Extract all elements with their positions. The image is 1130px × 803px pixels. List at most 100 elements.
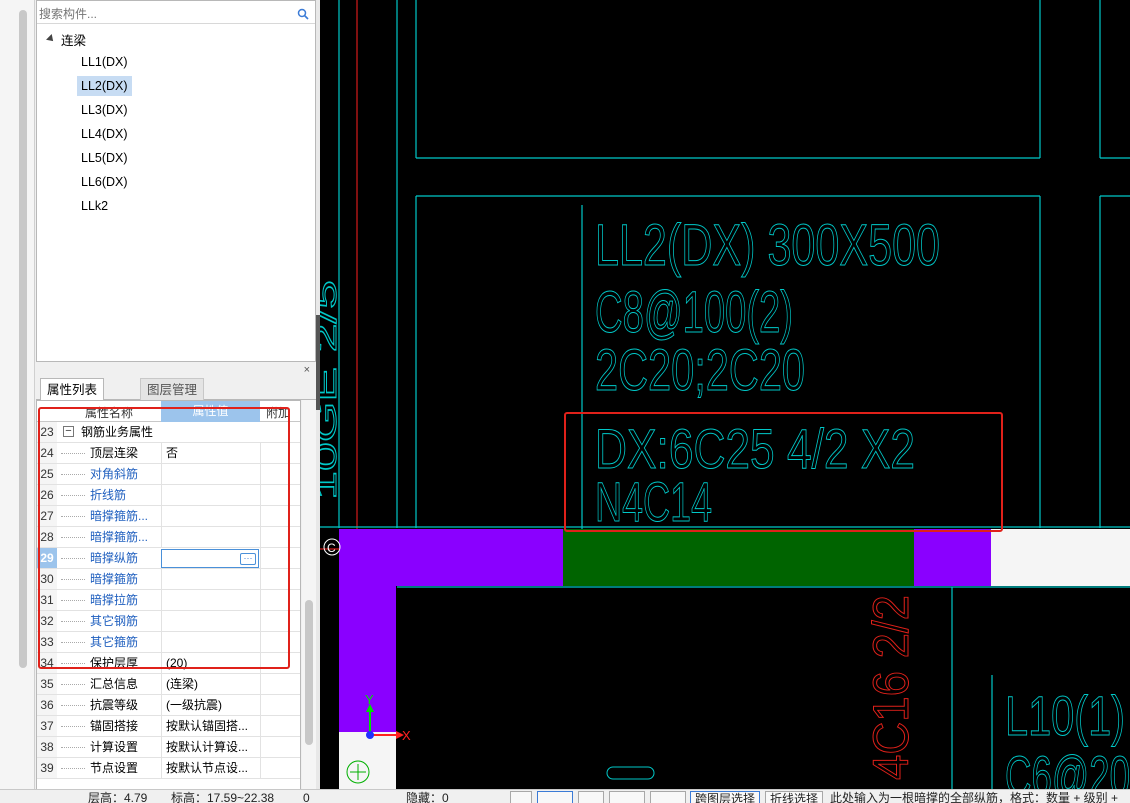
- ortho-button[interactable]: [650, 791, 686, 803]
- property-value[interactable]: (连梁): [161, 674, 260, 694]
- select-arrow-button[interactable]: [510, 791, 532, 803]
- tree-connector: [61, 621, 85, 622]
- cad-text-long-bars: 2C20;2C20: [595, 338, 805, 403]
- cad-drawing: C Y X LL2(DX) 300X500 C8@100(2) 2C20;2C2…: [320, 0, 1130, 789]
- property-value[interactable]: [161, 611, 260, 631]
- property-row[interactable]: 31 暗撑拉筋: [37, 590, 300, 611]
- property-value[interactable]: 否: [161, 443, 260, 463]
- cad-text-right-beam: L10(1): [1005, 684, 1125, 747]
- header-name: 属性名称: [85, 406, 134, 420]
- tree-connector: [61, 453, 85, 454]
- property-value[interactable]: [161, 632, 260, 652]
- property-row[interactable]: 30 暗撑箍筋: [37, 569, 300, 590]
- property-name: 汇总信息: [90, 677, 139, 691]
- property-value[interactable]: [161, 464, 260, 484]
- tree-connector: [61, 768, 85, 769]
- close-icon[interactable]: ×: [304, 364, 310, 376]
- scrollbar-thumb[interactable]: [305, 600, 313, 745]
- cross-select-button[interactable]: [578, 791, 604, 803]
- extra-cell: [260, 695, 300, 715]
- property-row[interactable]: 27 暗撑箍筋...: [37, 506, 300, 527]
- group-row-rebar[interactable]: 23 − 钢筋业务属性: [37, 422, 300, 443]
- property-table: 属性名称 属性值 附加 23 − 钢筋业务属性 24 顶层连梁 否 25 对角斜筋 26 折…: [36, 400, 301, 790]
- tree-item-ll2[interactable]: LL2(DX): [77, 76, 132, 96]
- property-scrollbar[interactable]: [302, 400, 316, 790]
- extra-cell: [260, 527, 300, 547]
- property-row[interactable]: 35 汇总信息 (连梁): [37, 674, 300, 695]
- property-name: 计算设置: [90, 740, 139, 754]
- property-row[interactable]: 37 锚固搭接 按默认锚固搭...: [37, 716, 300, 737]
- property-value[interactable]: [161, 527, 260, 547]
- row-number: 37: [37, 716, 57, 736]
- property-row[interactable]: 29 暗撑纵筋 ···: [37, 548, 300, 569]
- row-number: 31: [37, 590, 57, 610]
- cad-text-left-vertical: 10GE 2/5: [320, 280, 343, 500]
- property-row[interactable]: 28 暗撑箍筋...: [37, 527, 300, 548]
- tree-item-ll6[interactable]: LL6(DX): [77, 172, 132, 192]
- property-row[interactable]: 38 计算设置 按默认计算设...: [37, 737, 300, 758]
- property-name: 折线筋: [90, 488, 127, 502]
- property-value[interactable]: [161, 590, 260, 610]
- extra-cell: [260, 737, 300, 757]
- property-tabs: 属性列表 图层管理: [36, 378, 316, 400]
- property-name: 暗撑箍筋...: [90, 530, 149, 544]
- property-value[interactable]: 按默认节点设...: [161, 758, 260, 778]
- status-bar: 层高：4.79 标高：17.59~22.38 0 隐藏：0 跨图层选择 折线选择…: [0, 789, 1130, 803]
- property-row[interactable]: 33 其它箍筋: [37, 632, 300, 653]
- extra-cell: [260, 485, 300, 505]
- tree-connector: [61, 684, 85, 685]
- expand-triangle-icon[interactable]: [46, 34, 56, 44]
- property-row[interactable]: 24 顶层连梁 否: [37, 443, 300, 464]
- property-row[interactable]: 25 对角斜筋: [37, 464, 300, 485]
- property-name: 暗撑箍筋: [90, 572, 139, 586]
- property-row[interactable]: 32 其它钢筋: [37, 611, 300, 632]
- property-value[interactable]: [161, 485, 260, 505]
- axis-y-label: Y: [365, 692, 374, 707]
- property-value[interactable]: [161, 569, 260, 589]
- row-number: 25: [37, 464, 57, 484]
- property-value[interactable]: 按默认锚固搭...: [161, 716, 260, 736]
- tree-root-label: 连梁: [61, 33, 87, 48]
- tree-item-ll4[interactable]: LL4(DX): [77, 124, 132, 144]
- row-number: 34: [37, 653, 57, 673]
- header-value: 属性值: [161, 401, 260, 422]
- snap-button[interactable]: [609, 791, 645, 803]
- tree-root-node[interactable]: 连梁: [46, 30, 87, 48]
- tree-item-ll3[interactable]: LL3(DX): [77, 100, 132, 120]
- cross-layer-select-button[interactable]: 跨图层选择: [690, 791, 761, 803]
- property-value[interactable]: (20): [161, 653, 260, 673]
- extra-cell: [260, 464, 300, 484]
- cad-canvas[interactable]: C Y X LL2(DX) 300X500 C8@100(2) 2C20;2C2…: [320, 0, 1130, 789]
- tree-item-ll5[interactable]: LL5(DX): [77, 148, 132, 168]
- row-number: 26: [37, 485, 57, 505]
- group-label: 钢筋业务属性: [81, 425, 154, 439]
- property-row[interactable]: 36 抗震等级 (一级抗震): [37, 695, 300, 716]
- extra-cell: [260, 443, 300, 463]
- collapse-icon[interactable]: −: [63, 426, 74, 437]
- property-row[interactable]: 39 节点设置 按默认节点设...: [37, 758, 300, 779]
- tree-item-ll1[interactable]: LL1(DX): [77, 52, 132, 72]
- search-icon[interactable]: [297, 8, 309, 20]
- tree-connector: [61, 642, 85, 643]
- property-row[interactable]: 26 折线筋: [37, 485, 300, 506]
- row-number: 28: [37, 527, 57, 547]
- left-dock-scrollbar[interactable]: [19, 10, 27, 668]
- tab-layer-management[interactable]: 图层管理: [140, 378, 205, 400]
- extra-cell: [260, 674, 300, 694]
- property-name: 顶层连梁: [90, 446, 139, 460]
- extra-cell: [260, 506, 300, 526]
- property-value-editor[interactable]: ···: [161, 549, 259, 568]
- box-select-button[interactable]: [537, 791, 573, 803]
- extra-cell: [260, 548, 300, 568]
- property-row[interactable]: 34 保护层厚 (20): [37, 653, 300, 674]
- tree-item-llk2[interactable]: LLk2: [77, 196, 112, 216]
- property-value[interactable]: 按默认计算设...: [161, 737, 260, 757]
- property-name: 其它钢筋: [90, 614, 139, 628]
- search-input[interactable]: [39, 5, 289, 23]
- polyline-select-button[interactable]: 折线选择: [765, 791, 824, 803]
- tab-property-list[interactable]: 属性列表: [40, 378, 105, 400]
- property-value[interactable]: [161, 506, 260, 526]
- extra-cell: [260, 569, 300, 589]
- property-value[interactable]: (一级抗震): [161, 695, 260, 715]
- more-options-icon[interactable]: ···: [240, 553, 256, 565]
